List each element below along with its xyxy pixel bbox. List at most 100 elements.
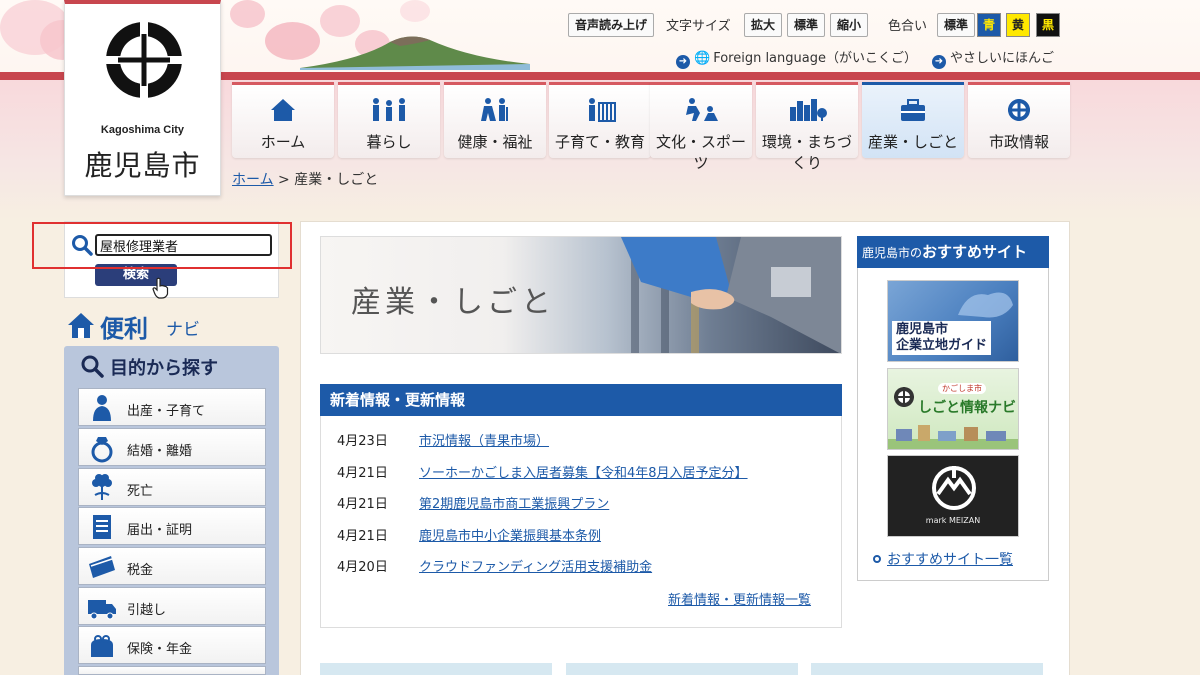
nav-label: 暮らし: [366, 133, 412, 151]
nav-living[interactable]: 暮らし: [338, 82, 440, 158]
city-emblem-icon: [1008, 99, 1030, 121]
read-aloud-button[interactable]: 音声読み上げ: [568, 13, 655, 37]
mark-meizan-logo-icon: [932, 466, 976, 510]
nav-home[interactable]: ホーム: [232, 82, 334, 158]
color-yellow-button[interactable]: 黄: [1006, 13, 1030, 37]
breadcrumb-home-link[interactable]: ホーム: [232, 172, 274, 188]
news-link[interactable]: ソーホーかごしま入居者募集【令和4年8月入居予定分】: [419, 462, 748, 481]
purpose-item-label: 死亡: [127, 484, 154, 499]
hand-cursor-icon: [152, 277, 169, 299]
nav-label: 文化・スポーツ: [655, 133, 746, 172]
bottom-tile[interactable]: [811, 663, 1043, 675]
banner-business-location-guide[interactable]: 鹿児島市 企業立地ガイド: [887, 280, 1019, 362]
nav-environment-city[interactable]: 環境・まちづくり: [756, 82, 858, 172]
nav-label: 子育て・教育: [554, 133, 645, 151]
recommended-more-label: おすすめサイト一覧: [887, 552, 1013, 568]
news-link[interactable]: 第2期鹿児島市商工業振興プラン: [419, 493, 609, 512]
banner-job-info-navi[interactable]: かごしま市 しごと情報ナビ: [887, 368, 1019, 450]
foreign-language-link[interactable]: ➜ 🌐 Foreign language（がいこくご）: [676, 47, 917, 69]
circle-bullet-icon: [873, 555, 881, 563]
family-icon: [373, 98, 405, 121]
recommended-heading-prefix: 鹿児島市の: [862, 246, 923, 260]
logo-city-name-en: Kagoshima City: [100, 124, 185, 136]
nav-label: 健康・福祉: [457, 133, 533, 151]
purpose-item-moving[interactable]: 引越し: [78, 587, 266, 625]
breadcrumb-current: 産業・しごと: [294, 172, 379, 188]
purpose-item-insurance-pension[interactable]: 保険・年金: [78, 626, 266, 664]
purpose-item-marriage-divorce[interactable]: 結婚・離婚: [78, 428, 266, 466]
house-icon: [68, 313, 94, 338]
recommended-heading-main: おすすめサイト: [922, 243, 1028, 261]
purpose-item-death[interactable]: 死亡: [78, 468, 266, 506]
highlight-corner: [32, 222, 38, 224]
news-link[interactable]: 市況情報（青果市場）: [419, 430, 549, 449]
purpose-item-next[interactable]: [78, 666, 266, 675]
purpose-item-tax[interactable]: 税金: [78, 547, 266, 585]
highlight-annotation-box: [32, 222, 292, 269]
convenience-title-main: 便利: [100, 315, 148, 343]
city-emblem-icon: [894, 387, 914, 407]
highlight-corner: [286, 267, 292, 269]
color-blue-button[interactable]: 青: [977, 13, 1001, 37]
font-size-large-button[interactable]: 拡大: [744, 13, 783, 37]
font-size-small-button[interactable]: 縮小: [830, 13, 869, 37]
purpose-item-label: 保険・年金: [127, 642, 193, 657]
mother-icon: [93, 395, 111, 421]
hero-banner: 産業・しごと: [320, 236, 842, 354]
news-link[interactable]: 鹿児島市中小企業振興基本条例: [419, 525, 601, 544]
purpose-item-notification-certificate[interactable]: 届出・証明: [78, 507, 266, 545]
search-icon: [81, 355, 104, 378]
child-icon: [589, 98, 616, 122]
color-black-button[interactable]: 黒: [1036, 13, 1060, 37]
banner2-subtitle: かごしま市: [938, 383, 986, 394]
purpose-item-birth-childcare[interactable]: 出産・子育て: [78, 388, 266, 426]
bottom-tile[interactable]: [566, 663, 798, 675]
news-heading: 新着情報・更新情報: [320, 384, 842, 416]
nav-city-administration[interactable]: 市政情報: [968, 82, 1070, 158]
sakurajima-mountain: [300, 36, 530, 70]
house-icon: [271, 99, 295, 121]
banner1-text: 鹿児島市 企業立地ガイド: [892, 321, 992, 355]
ring-icon: [91, 437, 113, 463]
city-logo[interactable]: Kagoshima City 鹿児島市: [64, 0, 221, 196]
color-standard-button[interactable]: 標準: [937, 13, 976, 37]
flower-icon: [92, 474, 112, 500]
bottom-tile[interactable]: [320, 663, 552, 675]
arrow-right-icon: ➜: [932, 55, 946, 69]
nav-label: 環境・まちづくり: [761, 133, 852, 172]
purpose-item-label: 税金: [127, 563, 154, 578]
town-illustration: [888, 425, 1018, 449]
purpose-item-label: 届出・証明: [127, 523, 193, 538]
font-size-standard-button[interactable]: 標準: [787, 13, 826, 37]
banner3-text: mark MEIZAN: [925, 516, 981, 525]
news-list-link[interactable]: 新着情報・更新情報一覧: [668, 589, 811, 608]
briefcase-icon: [901, 99, 925, 121]
nav-label: 産業・しごと: [867, 133, 958, 151]
recommended-sites-heading: 鹿児島市のおすすめサイト: [857, 236, 1049, 268]
recommended-sites-list-link[interactable]: おすすめサイト一覧: [873, 549, 1013, 569]
nav-industry-work[interactable]: 産業・しごと: [862, 82, 964, 158]
news-date: 4月23日: [337, 434, 388, 449]
purpose-item-label: 結婚・離婚: [127, 444, 193, 459]
banner2-text: しごと情報ナビ: [918, 400, 1016, 416]
city-emblem-icon: [104, 20, 184, 100]
truck-icon: [88, 600, 116, 620]
color-label: 色合い: [888, 19, 928, 34]
news-date: 4月20日: [337, 560, 388, 575]
news-date: 4月21日: [337, 466, 388, 481]
easy-japanese-link[interactable]: ➜ やさしいにほんご: [932, 47, 1054, 69]
nav-childcare-education[interactable]: 子育て・教育: [549, 82, 651, 158]
arrow-right-icon: ➜: [676, 55, 690, 69]
purpose-item-label: 出産・子育て: [127, 404, 206, 419]
purse-icon: [91, 635, 113, 657]
banner-mark-meizan[interactable]: mark MEIZAN: [887, 455, 1019, 537]
foreign-language-label: Foreign language（がいこくご）: [713, 51, 917, 66]
font-size-label: 文字サイズ: [666, 19, 731, 34]
nav-health-welfare[interactable]: 健康・福祉: [444, 82, 546, 158]
purpose-search-title: 目的から探す: [110, 358, 218, 379]
purpose-item-label: 引越し: [127, 603, 167, 618]
sports-icon: [686, 98, 718, 121]
news-link[interactable]: クラウドファンディング活用支援補助金: [419, 556, 652, 575]
breadcrumb-separator: >: [278, 172, 290, 188]
nav-culture-sports[interactable]: 文化・スポーツ: [650, 82, 752, 172]
